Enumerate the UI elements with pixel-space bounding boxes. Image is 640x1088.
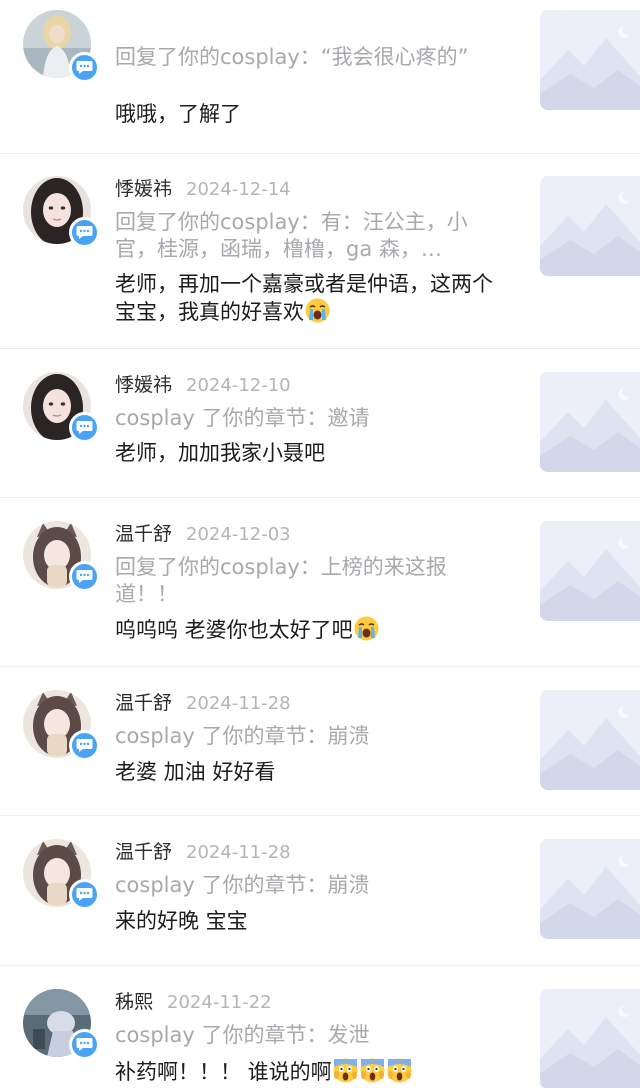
content-thumbnail[interactable]: [540, 989, 640, 1088]
crying-face-icon: [354, 616, 379, 641]
comment-badge: [69, 879, 100, 910]
username[interactable]: 温千舒: [115, 523, 172, 545]
activity-label: 回复了你的cosplay：有：汪公主，小官，桂源，函瑞，橹橹，ga 森，…: [115, 210, 468, 261]
content-thumbnail[interactable]: [540, 690, 640, 790]
crying-face-emoji: [354, 616, 379, 641]
comment-text: 老婆 加油 好好看: [115, 759, 510, 786]
activity-label: cosplay 了你的章节：崩溃: [115, 724, 370, 748]
comment-message: 补药啊！！！ 谁说的啊: [115, 1060, 332, 1084]
content-thumbnail[interactable]: [540, 372, 640, 472]
comment-message: 哦哦，了解了: [115, 102, 241, 126]
comment-badge: [69, 52, 100, 83]
activity-label: 回复了你的cosplay：上榜的来这报道！！: [115, 555, 447, 606]
screaming-face-icon: [360, 1058, 385, 1083]
activity-text[interactable]: cosplay 了你的章节：崩溃: [115, 872, 500, 899]
activity-label: cosplay 了你的章节：邀请: [115, 406, 370, 430]
crying-face-icon: [305, 298, 330, 323]
item-meta: 温千舒 2024-11-28: [115, 688, 291, 716]
list-item[interactable]: 秭熙 2024-11-22 cosplay 了你的章节：发泄 补药啊！！！ 谁说的…: [0, 966, 640, 1088]
screaming-face-icon: [333, 1058, 358, 1083]
username[interactable]: 秭熙: [115, 991, 153, 1013]
mountain-placeholder-icon: [540, 839, 640, 939]
comment-text: 哦哦，了解了: [115, 101, 510, 128]
comment-badge: [69, 730, 100, 761]
content-thumbnail[interactable]: [540, 839, 640, 939]
activity-label: cosplay 了你的章节：发泄: [115, 1023, 370, 1047]
comment-message: 老师，加加我家小聂吧: [115, 441, 325, 465]
username[interactable]: 温千舒: [115, 841, 172, 863]
comment-message: 老师，再加一个嘉豪或者是仲语，这两个宝宝，我真的好喜欢: [115, 272, 493, 324]
comment-text: 补药啊！！！ 谁说的啊: [115, 1058, 510, 1086]
screaming-face-emoji: [360, 1058, 385, 1083]
comment-icon: [76, 1038, 93, 1051]
comment-message: 来的好晚 宝宝: [115, 909, 248, 933]
screaming-face-emoji: [387, 1058, 412, 1083]
item-meta: [115, 0, 129, 14]
notification-feed[interactable]: 回复了你的cosplay：“我会很心疼的” 哦哦，了解了 悸媛祎 2024-12…: [0, 0, 640, 1088]
item-meta: 温千舒 2024-12-03: [115, 519, 291, 547]
mountain-placeholder-icon: [540, 690, 640, 790]
comment-icon: [76, 888, 93, 901]
timestamp: 2024-12-14: [186, 179, 291, 200]
item-meta: 秭熙 2024-11-22: [115, 987, 272, 1015]
activity-label: 回复了你的cosplay：“我会很心疼的”: [115, 45, 469, 69]
mountain-placeholder-icon: [540, 989, 640, 1088]
list-item[interactable]: 悸媛祎 2024-12-14 回复了你的cosplay：有：汪公主，小官，桂源，函…: [0, 154, 640, 348]
comment-badge: [69, 217, 100, 248]
comment-text: 老师，加加我家小聂吧: [115, 440, 510, 467]
mountain-placeholder-icon: [540, 372, 640, 472]
list-item[interactable]: 温千舒 2024-11-28 cosplay 了你的章节：崩溃 来的好晚 宝宝: [0, 816, 640, 965]
username[interactable]: 悸媛祎: [115, 374, 172, 396]
activity-label: cosplay 了你的章节：崩溃: [115, 873, 370, 897]
activity-text[interactable]: cosplay 了你的章节：发泄: [115, 1022, 500, 1049]
comment-icon: [76, 226, 93, 239]
activity-text[interactable]: cosplay 了你的章节：邀请: [115, 405, 500, 432]
comment-text: 来的好晚 宝宝: [115, 908, 510, 935]
timestamp: 2024-11-28: [186, 693, 291, 714]
username[interactable]: 温千舒: [115, 692, 172, 714]
content-thumbnail[interactable]: [540, 521, 640, 621]
list-item[interactable]: 回复了你的cosplay：“我会很心疼的” 哦哦，了解了: [0, 0, 640, 153]
comment-icon: [76, 570, 93, 583]
timestamp: 2024-11-22: [167, 992, 272, 1013]
timestamp: 2024-11-28: [186, 842, 291, 863]
list-item[interactable]: 悸媛祎 2024-12-10 cosplay 了你的章节：邀请 老师，加加我家小聂…: [0, 349, 640, 497]
comment-icon: [76, 421, 93, 434]
comment-badge: [69, 1029, 100, 1060]
mountain-placeholder-icon: [540, 176, 640, 276]
comment-badge: [69, 561, 100, 592]
timestamp: 2024-12-03: [186, 524, 291, 545]
screaming-face-emoji: [333, 1058, 358, 1083]
comment-text: 老师，再加一个嘉豪或者是仲语，这两个宝宝，我真的好喜欢: [115, 271, 510, 326]
content-thumbnail[interactable]: [540, 176, 640, 276]
comment-message: 老婆 加油 好好看: [115, 760, 276, 784]
list-item[interactable]: 温千舒 2024-11-28 cosplay 了你的章节：崩溃 老婆 加油 好好看: [0, 667, 640, 815]
activity-text[interactable]: 回复了你的cosplay：“我会很心疼的”: [115, 44, 500, 71]
comment-badge: [69, 412, 100, 443]
item-meta: 温千舒 2024-11-28: [115, 837, 291, 865]
screaming-face-icon: [387, 1058, 412, 1083]
comment-icon: [76, 739, 93, 752]
activity-text[interactable]: 回复了你的cosplay：有：汪公主，小官，桂源，函瑞，橹橹，ga 森，…: [115, 209, 500, 263]
username[interactable]: 悸媛祎: [115, 178, 172, 200]
mountain-placeholder-icon: [540, 10, 640, 110]
comment-message: 呜呜呜 老婆你也太好了吧: [115, 618, 353, 642]
item-meta: 悸媛祎 2024-12-10: [115, 370, 291, 398]
content-thumbnail[interactable]: [540, 10, 640, 110]
mountain-placeholder-icon: [540, 521, 640, 621]
activity-text[interactable]: cosplay 了你的章节：崩溃: [115, 723, 500, 750]
list-item[interactable]: 温千舒 2024-12-03 回复了你的cosplay：上榜的来这报道！！ 呜呜呜…: [0, 498, 640, 666]
activity-text[interactable]: 回复了你的cosplay：上榜的来这报道！！: [115, 554, 500, 608]
comment-icon: [76, 61, 93, 74]
comment-text: 呜呜呜 老婆你也太好了吧: [115, 616, 510, 644]
item-meta: 悸媛祎 2024-12-14: [115, 174, 291, 202]
timestamp: 2024-12-10: [186, 375, 291, 396]
crying-face-emoji: [305, 298, 330, 323]
